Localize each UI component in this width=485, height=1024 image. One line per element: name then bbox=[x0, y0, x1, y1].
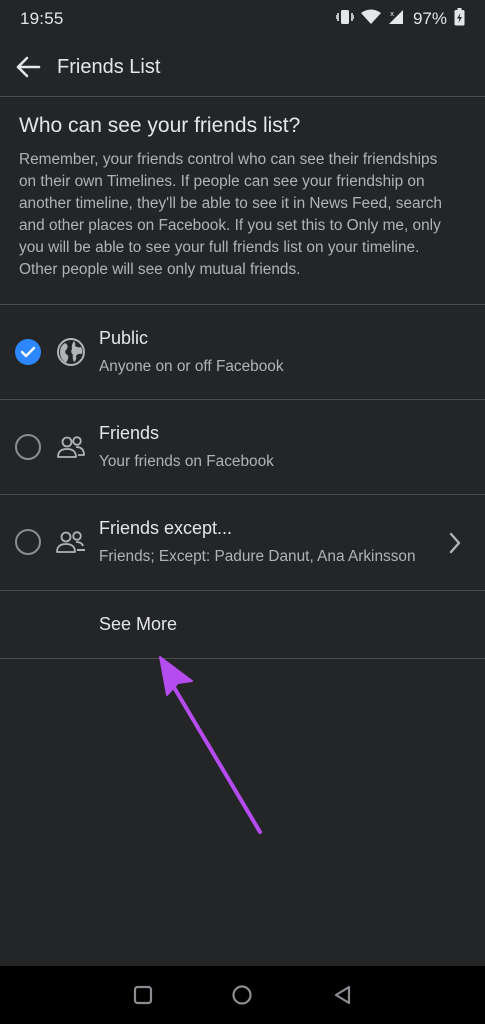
option-friends-except[interactable]: Friends except... Friends; Except: Padur… bbox=[0, 495, 485, 590]
screen: 19:55 x 97% Friends List Who can see you… bbox=[0, 0, 485, 1024]
intro-section: Who can see your friends list? Remember,… bbox=[19, 113, 469, 281]
triangle-back-icon bbox=[334, 985, 351, 1005]
signal-icon: x bbox=[388, 9, 404, 30]
option-subtitle: Friends; Except: Padure Danut, Ana Arkin… bbox=[99, 548, 416, 565]
option-public[interactable]: Public Anyone on or off Facebook bbox=[0, 305, 485, 400]
recents-button[interactable] bbox=[131, 983, 155, 1007]
chevron-right-icon[interactable] bbox=[445, 531, 465, 555]
friends-icon bbox=[56, 432, 86, 462]
arrow-left-icon bbox=[16, 56, 41, 78]
battery-icon bbox=[454, 7, 465, 31]
home-button[interactable] bbox=[230, 983, 254, 1007]
intro-line: another timeline, they'll be able to see… bbox=[19, 195, 442, 212]
option-title: Friends bbox=[99, 423, 160, 443]
status-time: 19:55 bbox=[20, 9, 64, 28]
svg-text:x: x bbox=[390, 10, 394, 18]
divider bbox=[0, 96, 485, 97]
intro-line: you will be able to see your full friend… bbox=[19, 239, 420, 256]
battery-percent: 97% bbox=[412, 9, 447, 28]
intro-line: Other people will see only mutual friend… bbox=[19, 261, 301, 278]
see-more-button[interactable]: See More bbox=[99, 614, 177, 635]
option-title: Friends except... bbox=[99, 518, 233, 538]
option-title: Public bbox=[99, 328, 149, 348]
radio-unselected[interactable] bbox=[15, 434, 41, 460]
radio-selected[interactable] bbox=[15, 339, 41, 365]
intro-body: Remember, your friends control who can s… bbox=[19, 149, 469, 281]
option-subtitle: Anyone on or off Facebook bbox=[99, 358, 284, 375]
radio-unselected[interactable] bbox=[15, 529, 41, 555]
intro-line: on their own Timelines. If people can se… bbox=[19, 173, 425, 190]
app-bar: Friends List bbox=[0, 38, 485, 96]
intro-line: and other places on Facebook. If you set… bbox=[19, 217, 441, 234]
option-friends[interactable]: Friends Your friends on Facebook bbox=[0, 400, 485, 495]
wifi-icon bbox=[360, 9, 381, 30]
circle-icon bbox=[232, 985, 252, 1005]
globe-icon bbox=[56, 337, 86, 367]
back-button[interactable] bbox=[14, 53, 42, 81]
square-icon bbox=[133, 985, 153, 1005]
vibrate-icon bbox=[335, 9, 355, 30]
status-bar: 19:55 x 97% bbox=[0, 0, 485, 38]
divider bbox=[0, 590, 485, 591]
intro-heading: Who can see your friends list? bbox=[19, 114, 301, 137]
page-title: Friends List bbox=[57, 55, 161, 78]
status-icons: x 97% bbox=[335, 7, 465, 31]
system-nav-bar bbox=[0, 966, 485, 1024]
intro-line: Remember, your friends control who can s… bbox=[19, 151, 438, 168]
divider bbox=[0, 658, 485, 659]
option-subtitle: Your friends on Facebook bbox=[99, 453, 274, 470]
check-icon bbox=[20, 346, 36, 358]
back-nav-button[interactable] bbox=[331, 983, 355, 1007]
friends-except-icon bbox=[56, 527, 86, 557]
